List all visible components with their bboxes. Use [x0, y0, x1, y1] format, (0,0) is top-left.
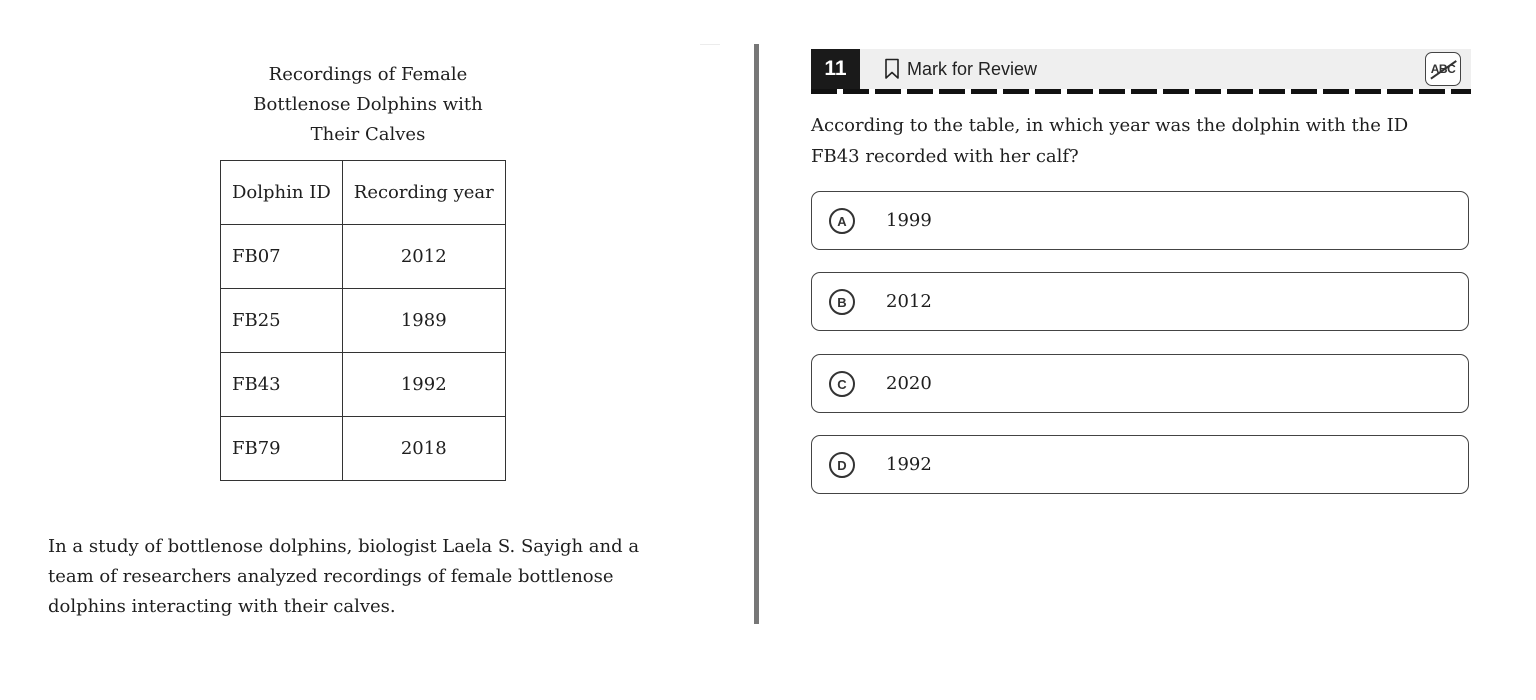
strikethrough-abc-icon: ABC — [1430, 62, 1456, 76]
choice-text: 2020 — [886, 372, 932, 394]
choice-text: 1999 — [886, 209, 932, 231]
question-prompt: According to the table, in which year wa… — [811, 115, 1409, 167]
cell-recording-year: 1989 — [341, 288, 506, 353]
pane-resize-divider[interactable] — [754, 44, 759, 624]
choice-letter-badge: A — [829, 208, 855, 234]
table-row: FB07 2012 — [220, 224, 506, 289]
table-header-row: Dolphin ID Recording year — [220, 160, 506, 225]
bookmark-icon — [885, 58, 899, 79]
table-row: FB43 1992 — [220, 352, 506, 417]
table-title-line-2: Bottlenose Dolphins with — [253, 94, 483, 115]
cell-dolphin-id: FB25 — [220, 288, 343, 353]
question-number: 11 — [811, 49, 860, 89]
answer-choice-a[interactable]: A 1999 — [811, 191, 1469, 250]
answer-choice-b[interactable]: B 2012 — [811, 272, 1469, 331]
answer-choice-c[interactable]: C 2020 — [811, 354, 1469, 413]
table-row: FB79 2018 — [220, 416, 506, 481]
header-dashed-rule — [811, 89, 1471, 94]
cell-dolphin-id: FB79 — [220, 416, 343, 481]
cell-dolphin-id: FB07 — [220, 224, 343, 289]
mark-for-review-label: Mark for Review — [907, 58, 1038, 79]
table-title-line-3: Their Calves — [310, 124, 426, 145]
question-header: 11 Mark for Review ABC — [811, 49, 1471, 89]
cell-recording-year: 2018 — [341, 416, 506, 481]
choice-text: 1992 — [886, 453, 932, 475]
table-row: FB25 1989 — [220, 288, 506, 353]
divider-top-line — [700, 44, 720, 45]
choice-letter-badge: B — [829, 289, 855, 315]
dolphin-table: Dolphin ID Recording year FB07 2012 FB25… — [220, 160, 506, 481]
mark-for-review-button[interactable]: Mark for Review — [883, 49, 1037, 89]
column-header-recording-year: Recording year — [341, 160, 506, 225]
passage-text: In a study of bottlenose dolphins, biolo… — [48, 536, 640, 617]
cell-dolphin-id: FB43 — [220, 352, 343, 417]
choice-letter-badge: D — [829, 452, 855, 478]
table-title: Recordings of Female Bottlenose Dolphins… — [218, 60, 518, 150]
cell-recording-year: 2012 — [341, 224, 506, 289]
answer-eliminator-button[interactable]: ABC — [1425, 52, 1461, 86]
choice-text: 2012 — [886, 290, 932, 312]
answer-choice-d[interactable]: D 1992 — [811, 435, 1469, 494]
column-header-dolphin-id: Dolphin ID — [220, 160, 343, 225]
choice-letter-badge: C — [829, 371, 855, 397]
cell-recording-year: 1992 — [341, 352, 506, 417]
table-title-line-1: Recordings of Female — [268, 64, 468, 85]
